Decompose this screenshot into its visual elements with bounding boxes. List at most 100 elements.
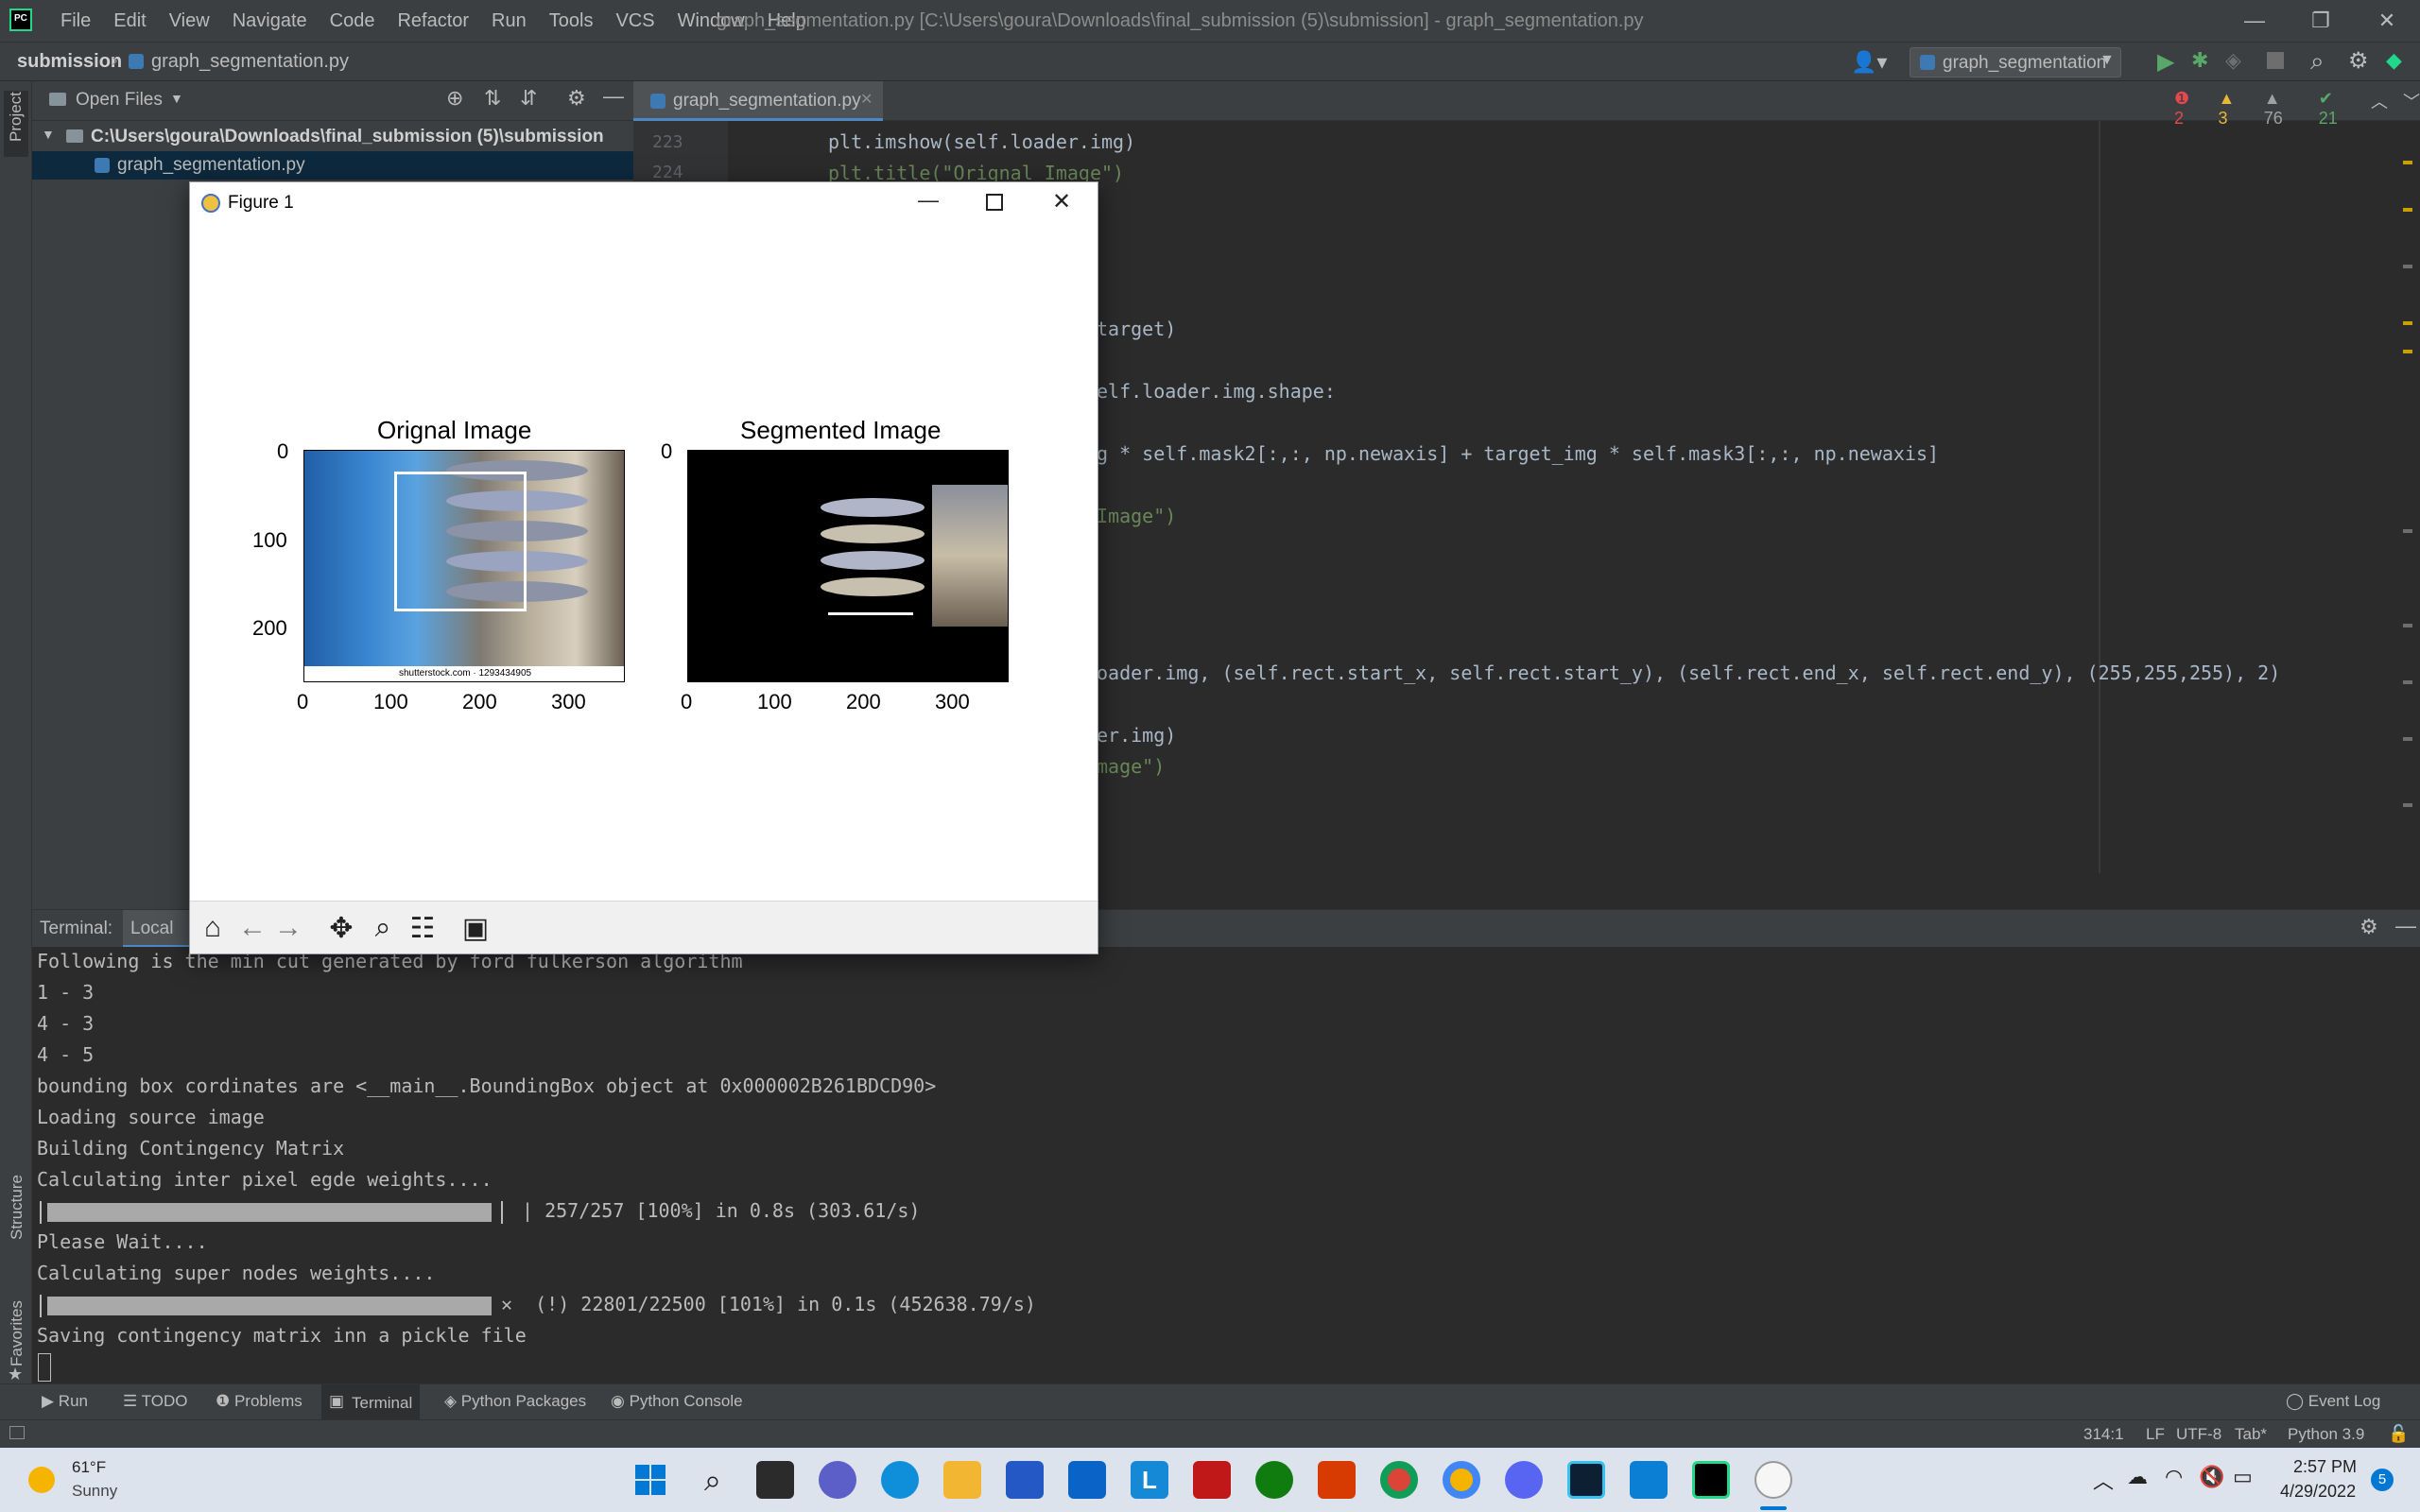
notification-badge[interactable]: 5 bbox=[2371, 1469, 2394, 1491]
minimize-icon[interactable]: — bbox=[918, 188, 939, 213]
python-interpreter[interactable]: Python 3.9 bbox=[2288, 1425, 2364, 1444]
expand-all-icon[interactable]: ⇅ bbox=[484, 86, 501, 111]
menu-vcs[interactable]: VCS bbox=[604, 10, 666, 32]
problems-tool-button[interactable]: ❶ Problems bbox=[216, 1392, 302, 1411]
indent-setting[interactable]: Tab* bbox=[2235, 1425, 2267, 1444]
chevron-up-icon[interactable]: ︿ bbox=[2371, 89, 2388, 129]
event-log-button[interactable]: ◯ Event Log bbox=[2286, 1392, 2380, 1411]
code-line[interactable]: plt.imshow(self.loader.img) bbox=[828, 130, 1135, 153]
chrome-icon[interactable] bbox=[1380, 1461, 1418, 1499]
weather-condition[interactable]: Sunny bbox=[72, 1482, 117, 1501]
pan-icon[interactable]: ✥ bbox=[322, 909, 360, 947]
code-line[interactable]: mage") bbox=[1097, 755, 1165, 778]
search-icon[interactable]: ⌕ bbox=[2310, 46, 2325, 77]
structure-tool-button[interactable]: Structure bbox=[2, 1149, 30, 1244]
volume-muted-icon[interactable]: 🔇 bbox=[2199, 1465, 2224, 1489]
stop-icon[interactable] bbox=[2267, 52, 2284, 69]
search-icon[interactable]: ⌕ bbox=[694, 1461, 732, 1499]
debug-icon[interactable]: ✱ bbox=[2191, 48, 2208, 73]
code-line[interactable]: Image") bbox=[1097, 505, 1176, 527]
chevron-down-icon[interactable]: ▼ bbox=[170, 91, 183, 106]
favorites-tool-button[interactable]: Favorites ★ bbox=[2, 1280, 30, 1383]
breadcrumb-file[interactable]: graph_segmentation.py bbox=[151, 51, 349, 73]
restore-icon[interactable]: ❐ bbox=[2288, 0, 2354, 42]
python-console-tool-button[interactable]: ◉ Python Console bbox=[611, 1392, 743, 1411]
locate-icon[interactable]: ⊕ bbox=[446, 86, 463, 111]
close-icon[interactable]: ✕ bbox=[1052, 188, 1071, 215]
zoom-icon[interactable]: ⌕ bbox=[364, 909, 402, 947]
store-icon[interactable] bbox=[1006, 1461, 1044, 1499]
forward-arrow-icon[interactable]: → bbox=[269, 909, 307, 947]
edge-icon[interactable] bbox=[881, 1461, 919, 1499]
clock-date[interactable]: 4/29/2022 bbox=[2280, 1482, 2356, 1502]
discord-icon[interactable] bbox=[1505, 1461, 1543, 1499]
hide-panel-icon[interactable]: — bbox=[2395, 914, 2416, 938]
project-root-row[interactable]: ▼ C:\Users\goura\Downloads\final_submiss… bbox=[32, 123, 633, 151]
pycharm-icon[interactable] bbox=[1692, 1461, 1730, 1499]
clock-time[interactable]: 2:57 PM bbox=[2293, 1457, 2357, 1477]
onedrive-icon[interactable]: ☁ bbox=[2127, 1465, 2148, 1489]
run-tool-button[interactable]: ▶ Run bbox=[42, 1392, 88, 1411]
configure-subplots-icon[interactable]: ☷ bbox=[404, 909, 441, 947]
maximize-icon[interactable] bbox=[986, 194, 1003, 211]
file-encoding[interactable]: UTF-8 bbox=[2176, 1425, 2221, 1444]
menu-code[interactable]: Code bbox=[319, 10, 387, 32]
home-icon[interactable]: ⌂ bbox=[194, 909, 232, 947]
user-icon[interactable]: 👤▾ bbox=[1851, 50, 1887, 75]
code-line[interactable]: elf.loader.img.shape: bbox=[1097, 380, 1336, 403]
gear-icon[interactable]: ⚙ bbox=[2360, 915, 2378, 939]
task-view-icon[interactable] bbox=[756, 1461, 794, 1499]
menu-tools[interactable]: Tools bbox=[538, 10, 605, 32]
run-config-selector[interactable]: graph_segmentation ▼ bbox=[1910, 47, 2121, 77]
lock-icon[interactable]: 🔓 bbox=[2388, 1424, 2409, 1444]
back-arrow-icon[interactable]: ← bbox=[233, 909, 271, 947]
menu-refactor[interactable]: Refactor bbox=[386, 10, 480, 32]
terminal-tool-button[interactable]: ▣ Terminal bbox=[321, 1384, 420, 1420]
editor-scroll-markers[interactable] bbox=[2397, 151, 2414, 869]
tree-expand-icon[interactable]: ▼ bbox=[42, 127, 55, 142]
run-icon[interactable]: ▶ bbox=[2157, 48, 2174, 76]
chevron-up-icon[interactable]: ︿ bbox=[2093, 1465, 2114, 1495]
editor-tab-active[interactable]: graph_segmentation.py ✕ bbox=[633, 81, 883, 121]
xbox-icon[interactable] bbox=[1255, 1461, 1293, 1499]
menu-view[interactable]: View bbox=[158, 10, 221, 32]
caret-position[interactable]: 314:1 bbox=[2083, 1425, 2124, 1444]
project-tool-button[interactable]: Project bbox=[4, 91, 28, 157]
terminal-output[interactable] bbox=[32, 947, 2420, 1383]
menu-navigate[interactable]: Navigate bbox=[221, 10, 319, 32]
menu-edit[interactable]: Edit bbox=[102, 10, 157, 32]
chevron-down-icon[interactable]: ﹀ bbox=[2403, 89, 2420, 129]
terminal-tab-local[interactable]: Local bbox=[123, 910, 199, 948]
notepad-icon[interactable] bbox=[1630, 1461, 1668, 1499]
chrome-canary-icon[interactable] bbox=[1443, 1461, 1480, 1499]
close-tab-icon[interactable]: ✕ bbox=[860, 90, 873, 109]
hide-panel-icon[interactable]: — bbox=[603, 84, 624, 109]
battery-icon[interactable]: ▭ bbox=[2233, 1465, 2253, 1489]
figure-title-bar[interactable]: Figure 1 — ✕ bbox=[190, 182, 1098, 224]
plugin-icon[interactable]: ◆ bbox=[2386, 48, 2402, 73]
todo-tool-button[interactable]: ☰ TODO bbox=[123, 1392, 187, 1411]
teams-chat-icon[interactable] bbox=[819, 1461, 856, 1499]
gear-icon[interactable]: ⚙ bbox=[567, 86, 586, 111]
menu-file[interactable]: File bbox=[49, 10, 102, 32]
figure-window[interactable]: Figure 1 — ✕ Orignal Image shutterstock.… bbox=[189, 181, 1098, 954]
python-packages-tool-button[interactable]: ◈ Python Packages bbox=[444, 1392, 586, 1411]
coverage-icon[interactable]: ◈ bbox=[2225, 48, 2241, 73]
vscode-icon[interactable] bbox=[1567, 1461, 1605, 1499]
project-file-row[interactable]: graph_segmentation.py bbox=[32, 151, 633, 180]
weather-temp[interactable]: 61°F bbox=[72, 1458, 106, 1477]
code-line[interactable]: er.img) bbox=[1097, 724, 1176, 747]
mail-icon[interactable] bbox=[1068, 1461, 1106, 1499]
save-icon[interactable]: ▣ bbox=[457, 909, 494, 947]
code-line[interactable]: oader.img, (self.rect.start_x, self.rect… bbox=[1097, 662, 2280, 684]
launcher-l-icon[interactable]: L bbox=[1131, 1461, 1168, 1499]
office-icon[interactable] bbox=[1318, 1461, 1356, 1499]
breadcrumb-project[interactable]: submission bbox=[17, 51, 122, 73]
settings-icon[interactable]: ⚙ bbox=[2348, 47, 2369, 75]
inspection-widget[interactable]: ❶ 2 ▲ 3 ▲ 76 ✔ 21 ︿ ﹀ bbox=[2174, 89, 2420, 129]
close-icon[interactable]: ✕ bbox=[2354, 0, 2420, 42]
windows-start-icon[interactable] bbox=[631, 1461, 669, 1499]
project-view-selector[interactable]: Open Files bbox=[76, 90, 163, 111]
line-separator[interactable]: LF bbox=[2146, 1425, 2165, 1444]
toggle-tool-windows-icon[interactable] bbox=[9, 1426, 25, 1439]
